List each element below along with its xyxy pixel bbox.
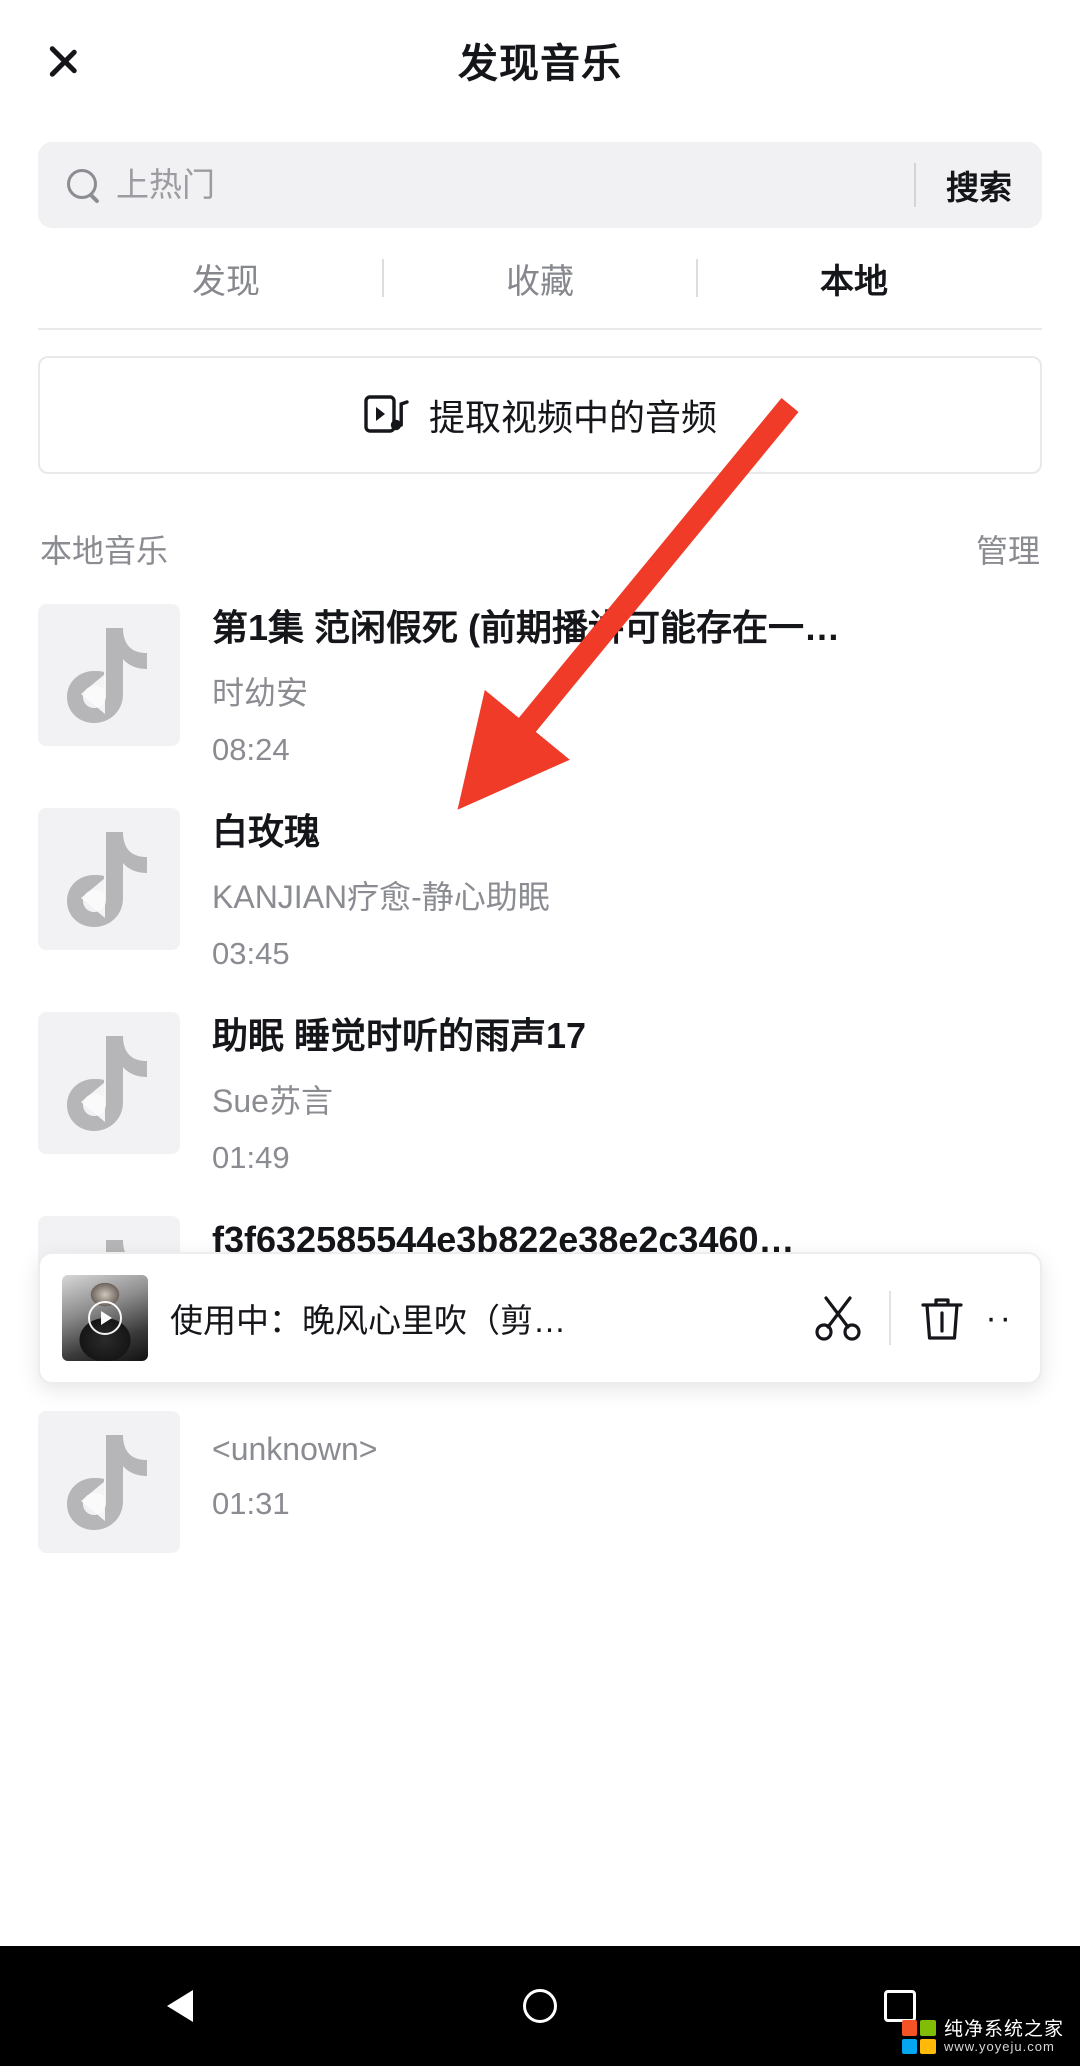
- search-button[interactable]: 搜索: [942, 161, 1016, 209]
- tab-discover[interactable]: 发现: [70, 254, 382, 303]
- music-note-icon: [67, 1035, 147, 1131]
- video-music-icon: [363, 393, 409, 437]
- watermark-text: 纯净系统之家 www.yoyeju.com: [944, 2020, 1064, 2054]
- track-thumbnail: [38, 1410, 180, 1553]
- extract-section: 提取视频中的音频: [0, 330, 1080, 474]
- search-section: 搜索: [0, 120, 1080, 228]
- windows-logo-icon: [901, 2020, 936, 2054]
- watermark: 纯净系统之家 www.yoyeju.com: [894, 2016, 1072, 2058]
- track-info: <unknown> 01:31: [212, 1411, 1042, 1522]
- track-duration: 01:49: [212, 1139, 290, 1175]
- table-row[interactable]: <unknown> 01:31: [38, 1397, 1042, 1579]
- nav-home-circle-icon: [523, 1989, 557, 2023]
- track-title: 白玫瑰: [212, 810, 321, 852]
- local-music-list: 第1集 范闲假死 (前期播讲可能存在一… 时幼安 08:24 白玫瑰 KANJI…: [0, 590, 1080, 1579]
- track-duration: 01:31: [212, 1485, 290, 1521]
- track-duration: 08:24: [212, 731, 290, 767]
- track-info: 助眠 睡觉时听的雨声17 Sue苏言 01:49: [212, 1012, 1042, 1176]
- back-button[interactable]: [52, 25, 122, 95]
- track-artist: KANJIAN疗愈-静心助眠: [212, 878, 550, 915]
- player-divider: [889, 1291, 892, 1345]
- search-divider: [914, 163, 916, 207]
- music-note-icon: [67, 831, 147, 927]
- ellipsis-icon[interactable]: ··: [981, 1299, 1014, 1338]
- scissors-icon: [815, 1296, 861, 1341]
- watermark-url: www.yoyeju.com: [943, 2039, 1055, 2055]
- track-info: 白玫瑰 KANJIAN疗愈-静心助眠 03:45: [212, 808, 1042, 972]
- track-artist: Sue苏言: [212, 1082, 333, 1119]
- tab-favorites[interactable]: 收藏: [384, 254, 696, 303]
- tab-bar: 发现 收藏 本地: [0, 228, 1080, 328]
- floating-player-bar[interactable]: 使用中：晚风心里吹（剪… ··: [38, 1252, 1042, 1384]
- player-thumbnail[interactable]: [62, 1275, 148, 1361]
- track-artist: <unknown>: [212, 1430, 378, 1467]
- extract-audio-button[interactable]: 提取视频中的音频: [38, 356, 1042, 474]
- track-info: 第1集 范闲假死 (前期播讲可能存在一… 时幼安 08:24: [212, 604, 1042, 768]
- tab-local[interactable]: 本地: [698, 254, 1010, 303]
- app-header: 发现音乐: [0, 0, 1080, 120]
- table-row[interactable]: 助眠 睡觉时听的雨声17 Sue苏言 01:49: [38, 998, 1042, 1202]
- watermark-title: 纯净系统之家: [943, 2019, 1064, 2041]
- track-title: 助眠 睡觉时听的雨声17: [212, 1014, 587, 1056]
- track-artist: 时幼安: [212, 674, 309, 711]
- player-status-text: 使用中：晚风心里吹（剪…: [170, 1302, 566, 1339]
- delete-audio-button[interactable]: [903, 1279, 981, 1357]
- track-thumbnail: [38, 807, 180, 950]
- trash-icon: [921, 1298, 963, 1340]
- local-music-header: 本地音乐 管理: [0, 474, 1080, 590]
- page-title: 发现音乐: [458, 42, 622, 86]
- nav-home-button[interactable]: [480, 1946, 600, 2066]
- search-icon: [66, 168, 100, 202]
- cut-audio-button[interactable]: [799, 1279, 877, 1357]
- local-music-title: 本地音乐: [40, 533, 169, 569]
- search-input[interactable]: [116, 166, 906, 204]
- table-row[interactable]: 第1集 范闲假死 (前期播讲可能存在一… 时幼安 08:24: [38, 590, 1042, 794]
- play-circle-icon[interactable]: [88, 1301, 122, 1335]
- search-bar[interactable]: 搜索: [38, 142, 1042, 228]
- track-thumbnail: [38, 604, 180, 746]
- nav-back-triangle-icon: [167, 1990, 193, 2022]
- extract-audio-label: 提取视频中的音频: [428, 397, 717, 438]
- music-note-icon: [67, 1434, 147, 1530]
- music-note-icon: [67, 628, 147, 723]
- track-duration: 03:45: [212, 935, 290, 971]
- chevron-left-icon: [72, 34, 102, 86]
- track-title: 第1集 范闲假死 (前期播讲可能存在一…: [212, 607, 841, 648]
- track-thumbnail: [38, 1011, 180, 1154]
- manage-button[interactable]: 管理: [976, 526, 1040, 572]
- table-row[interactable]: 白玫瑰 KANJIAN疗愈-静心助眠 03:45: [38, 794, 1042, 998]
- nav-back-button[interactable]: [120, 1946, 240, 2066]
